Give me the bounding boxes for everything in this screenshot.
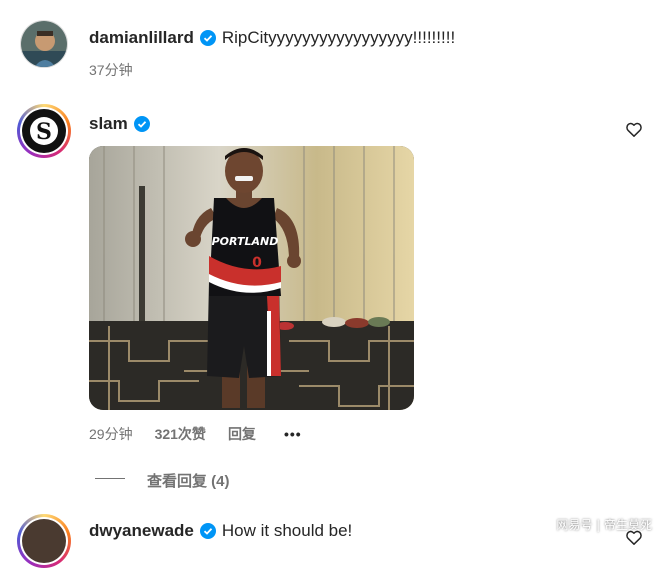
username[interactable]: slam [89,114,128,134]
reply-button[interactable]: 回复 [228,424,256,444]
svg-text:S: S [36,119,52,145]
verified-badge-icon [133,116,150,132]
comment-text: RipCityyyyyyyyyyyyyyyyy!!!!!!!!! [221,28,456,47]
avatar-slam[interactable]: S [17,104,71,158]
comment-media-image[interactable]: PORTLAND 0 [89,146,414,410]
more-options-icon[interactable]: ••• [284,426,302,442]
username[interactable]: damianlillard [89,28,194,48]
avatar-damianlillard[interactable] [20,20,68,68]
comment-header-3: dwyanewade How it should be! [89,521,352,541]
slam-logo-icon: S [24,111,64,151]
comment-actions: 29分钟 321次赞 回复 ••• [89,424,302,444]
player-photo: PORTLAND 0 [89,146,414,410]
comment-time: 29分钟 [89,426,133,442]
heart-icon[interactable] [626,122,642,137]
verified-badge-icon [199,30,216,46]
like-count[interactable]: 321次赞 [155,424,206,444]
view-replies-button[interactable]: 查看回复 (4) [147,470,230,491]
comment-header-1: damianlillard RipCityyyyyyyyyyyyyyyyy!!!… [89,28,455,48]
verified-badge-icon [199,523,216,539]
comment-text: How it should be! [221,521,353,540]
jersey-text: PORTLAND [212,235,279,248]
jersey-number: 0 [252,255,262,271]
comment-header-2: slam [89,114,150,134]
comment-time: 37分钟 [89,62,133,78]
avatar-dwyanewade[interactable] [17,514,71,568]
watermark: 网易号 | 帝生莫死 [556,518,652,532]
avatar-photo [21,21,67,67]
replies-divider [95,478,125,479]
username[interactable]: dwyanewade [89,521,194,541]
